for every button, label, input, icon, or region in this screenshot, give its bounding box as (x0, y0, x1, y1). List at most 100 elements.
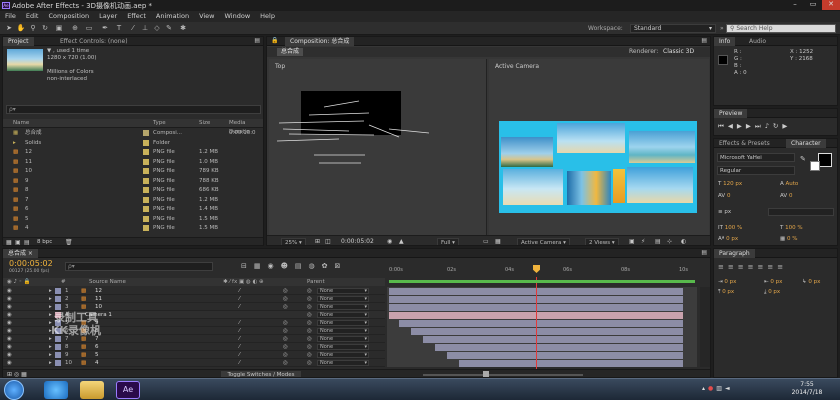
panel-menu-icon[interactable]: ▤ (254, 37, 260, 44)
clone-tool-icon[interactable]: ⊥ (140, 24, 150, 33)
layer-label-swatch[interactable] (55, 360, 61, 366)
menu-item-edit[interactable]: Edit (21, 11, 44, 20)
snapshot-icon[interactable]: ◉ (387, 238, 392, 245)
renderer-value[interactable]: Classic 3D (663, 48, 694, 55)
layer-quality-switch[interactable]: ⁄ (239, 351, 240, 359)
brush-tool-icon[interactable]: ⁄ (128, 24, 138, 33)
layer-3d-switch[interactable]: ◎ (283, 287, 288, 295)
tab-effects-presets[interactable]: Effects & Presets (714, 139, 775, 148)
layer-quality-switch[interactable]: ⁄ (239, 303, 240, 311)
layer-3d-switch[interactable]: ◎ (283, 335, 288, 343)
layer-expand-icon[interactable]: ▸ (49, 303, 52, 311)
play-icon[interactable]: ▶ (737, 122, 746, 130)
label-color-swatch[interactable] (143, 130, 149, 136)
layer-3d-switch[interactable]: ◎ (283, 327, 288, 335)
resolution-select[interactable]: Full ▾ (437, 238, 459, 245)
visibility-eye-icon[interactable]: ◉ (7, 343, 12, 351)
pan-behind-tool-icon[interactable]: ⊕ (70, 24, 80, 33)
last-frame-icon[interactable]: ⏭ (755, 122, 765, 130)
parent-pickwhip-icon[interactable]: ◎ (307, 303, 312, 311)
horizontal-scale-field[interactable]: T 100 % (780, 225, 803, 231)
layer-label-swatch[interactable] (55, 304, 61, 310)
shy-icon[interactable]: ☻ (281, 262, 295, 270)
layer-quality-switch[interactable]: ⁄ (239, 335, 240, 343)
visibility-eye-icon[interactable]: ◉ (7, 287, 12, 295)
project-item-row[interactable]: ▩ 11 PNG file 1.0 MB (3, 158, 263, 166)
layer-3d-switch[interactable]: ◎ (283, 295, 288, 303)
parent-select[interactable]: None ▾ (317, 288, 369, 294)
justify-center-icon[interactable]: ≡ (758, 263, 768, 271)
interpret-footage-icon[interactable]: ▦ (6, 239, 12, 245)
justify-right-icon[interactable]: ≡ (767, 263, 777, 271)
menu-item-view[interactable]: View (194, 11, 219, 20)
layer-expand-icon[interactable]: ▸ (49, 295, 52, 303)
layer-duration-bar[interactable] (447, 351, 683, 359)
lock-icon[interactable]: 🔒 (271, 37, 278, 44)
layer-label-swatch[interactable] (55, 288, 61, 294)
visibility-eye-icon[interactable]: ◉ (7, 311, 12, 319)
project-item-row[interactable]: ▩ 9 PNG file 788 KB (3, 177, 263, 185)
search-help-field[interactable]: ⚲ Search Help (726, 24, 836, 33)
layer-label-swatch[interactable] (55, 296, 61, 302)
menu-item-animation[interactable]: Animation (151, 11, 194, 20)
mask-tool-icon[interactable]: ▭ (84, 24, 94, 33)
font-style-select[interactable]: Regular (717, 166, 795, 175)
menu-item-effect[interactable]: Effect (122, 11, 151, 20)
start-button[interactable] (4, 380, 24, 400)
panel-menu-icon[interactable]: ▤ (701, 249, 707, 256)
label-color-swatch[interactable] (143, 187, 149, 193)
toggle-pixel-aspect-icon[interactable]: ▣ (629, 238, 635, 245)
frame-blend-icon[interactable]: ▤ (295, 262, 309, 270)
parent-pickwhip-icon[interactable]: ◎ (307, 319, 312, 327)
stroke-color-swatch[interactable] (810, 161, 820, 171)
layer-expand-icon[interactable]: ▸ (49, 287, 52, 295)
column-parent[interactable]: Parent (307, 278, 325, 286)
timeline-layer-row[interactable]: ◉ ▸ 10 ▩ 4 ⁄ ◎ ◎ None ▾ (3, 359, 385, 367)
timeline-layer-row[interactable]: ◉ ▸ 8 ▩ 6 ⁄ ◎ ◎ None ▾ (3, 343, 385, 351)
indent-first-field[interactable]: ↳ 0 px (802, 279, 820, 285)
baseline-shift-field[interactable]: Aª 0 px (718, 236, 738, 242)
tray-network-icon[interactable]: ▥ (716, 385, 725, 392)
layer-label-swatch[interactable] (55, 344, 61, 350)
top-view[interactable]: Top (269, 59, 487, 235)
tab-timeline-comp[interactable]: 总合成 × (3, 249, 38, 258)
tab-project[interactable]: Project (3, 37, 34, 46)
workspace-menu-icon[interactable]: » (720, 25, 724, 32)
flowchart-icon[interactable]: ⊹ (667, 238, 672, 245)
project-item-row[interactable]: ▩ 6 PNG file 1.4 MB (3, 205, 263, 213)
project-item-row[interactable]: ▩ 5 PNG file 1.5 MB (3, 215, 263, 223)
label-color-swatch[interactable] (143, 168, 149, 174)
puppet-tool-icon[interactable]: ✱ (178, 24, 188, 33)
tsume-field[interactable]: ▦ 0 % (780, 236, 797, 242)
justify-left-icon[interactable]: ≡ (748, 263, 758, 271)
rotate-tool-icon[interactable]: ↻ (40, 24, 50, 33)
toggle-switches-modes-button[interactable]: Toggle Switches / Modes (221, 371, 301, 377)
stroke-order-select[interactable] (768, 208, 834, 216)
tab-paragraph[interactable]: Paragraph (714, 249, 755, 258)
column-name[interactable]: Name (13, 119, 29, 128)
tracking-field[interactable]: AV 0 (780, 193, 792, 199)
tab-composition[interactable]: Composition: 总合成 (285, 37, 355, 46)
layer-quality-switch[interactable]: ⁄ (239, 343, 240, 351)
parent-pickwhip-icon[interactable]: ◎ (307, 287, 312, 295)
timeline-layer-row[interactable]: ◉ ▸ 1 ▩ 12 ⁄ ◎ ◎ None ▾ (3, 287, 385, 295)
parent-select[interactable]: None ▾ (317, 344, 369, 350)
indent-right-field[interactable]: ⇤ 0 px (764, 279, 782, 285)
tab-audio[interactable]: Audio (744, 37, 771, 46)
indent-left-field[interactable]: ⇥ 0 px (718, 279, 736, 285)
layer-label-swatch[interactable] (55, 352, 61, 358)
parent-pickwhip-icon[interactable]: ◎ (307, 343, 312, 351)
zoom-slider[interactable] (423, 374, 583, 376)
layer-3d-switch[interactable]: ◎ (283, 343, 288, 351)
fast-previews-icon[interactable]: ⚡ (641, 238, 645, 245)
label-color-swatch[interactable] (143, 149, 149, 155)
camera-tool-icon[interactable]: ▣ (54, 24, 64, 33)
vertical-scale-field[interactable]: IT 100 % (718, 225, 742, 231)
type-tool-icon[interactable]: T (114, 24, 124, 33)
parent-pickwhip-icon[interactable]: ◎ (307, 295, 312, 303)
align-left-icon[interactable]: ≡ (718, 263, 728, 271)
eraser-tool-icon[interactable]: ◇ (152, 24, 162, 33)
new-comp-icon[interactable]: ▤ (24, 239, 30, 245)
new-folder-icon[interactable]: ▣ (15, 239, 21, 245)
label-color-swatch[interactable] (143, 196, 149, 203)
